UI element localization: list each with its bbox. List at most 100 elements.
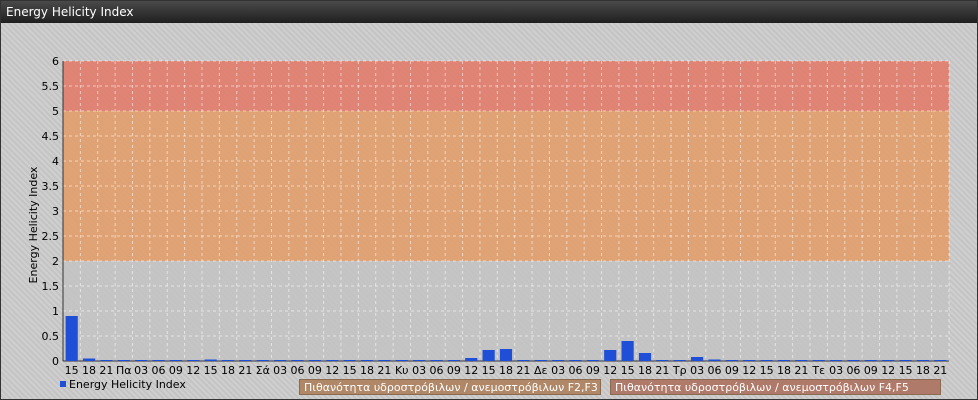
- x-tick-label: Σά: [256, 364, 270, 377]
- bar: [221, 360, 235, 361]
- x-tick-label: Τρ: [672, 364, 687, 377]
- bar: [117, 360, 130, 361]
- y-tick-label: 1.5: [42, 280, 60, 293]
- bar: [256, 360, 269, 361]
- bar: [916, 360, 930, 361]
- y-tick-label: 5.5: [42, 80, 60, 93]
- bar: [899, 360, 912, 361]
- y-tick-label: 4: [52, 155, 59, 168]
- x-tick-label: 18: [221, 364, 235, 377]
- bar: [621, 341, 634, 361]
- legend-swatch: [60, 381, 66, 387]
- x-tick-label: 18: [82, 364, 96, 377]
- bar: [934, 360, 947, 361]
- bar: [326, 360, 339, 361]
- x-tick-label: 06: [707, 364, 721, 377]
- x-tick-label: 21: [377, 364, 391, 377]
- x-tick-label: 09: [308, 364, 322, 377]
- bar: [760, 360, 773, 361]
- bar: [395, 360, 408, 361]
- bar: [534, 360, 547, 361]
- legend-zone-f4f5[interactable]: Πιθανότητα υδροστρόβιλων / ανεμοστρόβιλω…: [610, 379, 941, 395]
- x-tick-label: 21: [655, 364, 669, 377]
- bar: [204, 359, 217, 361]
- y-tick-label: 1: [52, 305, 59, 318]
- bar: [552, 360, 565, 361]
- x-tick-label: 15: [65, 364, 79, 377]
- bar: [430, 360, 443, 361]
- x-tick-label: 06: [430, 364, 444, 377]
- bar: [413, 360, 426, 361]
- bar: [378, 360, 391, 361]
- x-tick-label: 03: [690, 364, 704, 377]
- x-tick-label: 15: [621, 364, 635, 377]
- bar: [465, 358, 478, 361]
- x-tick-label: 12: [325, 364, 339, 377]
- y-tick-label: 0.5: [42, 330, 60, 343]
- bar: [604, 350, 617, 361]
- bar: [308, 360, 321, 361]
- x-tick-label: 09: [725, 364, 739, 377]
- y-tick-label: 3: [52, 205, 59, 218]
- bar: [482, 350, 495, 361]
- y-axis-label: Energy Helicity Index: [27, 166, 40, 283]
- bar: [274, 360, 287, 361]
- x-tick-label: Τε: [811, 364, 825, 377]
- x-tick-label: Κυ: [395, 364, 409, 377]
- bar: [82, 358, 96, 361]
- x-tick-label: 12: [464, 364, 478, 377]
- window-title: Energy Helicity Index: [1, 1, 977, 23]
- bar: [586, 360, 599, 361]
- x-tick-label: 18: [499, 364, 513, 377]
- bar: [135, 360, 148, 361]
- bar: [777, 360, 791, 361]
- bar: [795, 360, 808, 361]
- legend-zone-f2f3[interactable]: Πιθανότητα υδροστρόβιλων / ανεμοστρόβιλω…: [299, 379, 601, 395]
- legend-series-label[interactable]: Energy Helicity Index: [69, 378, 186, 391]
- y-tick-label: 4.5: [42, 130, 60, 143]
- x-tick-label: Δε: [534, 364, 548, 377]
- bar: [708, 359, 721, 361]
- bar: [691, 357, 704, 361]
- x-tick-label: 12: [742, 364, 756, 377]
- bar: [829, 360, 843, 361]
- x-tick-label: 09: [586, 364, 600, 377]
- bar: [360, 360, 374, 361]
- ehi-chart: 00.511.522.533.544.555.5615 18 21 Πα 03 06 09 1…: [27, 55, 950, 377]
- bar: [569, 360, 582, 361]
- x-tick-label: 18: [360, 364, 374, 377]
- x-tick-label: 18: [638, 364, 652, 377]
- bar: [499, 349, 513, 361]
- x-tick-label: 15: [899, 364, 913, 377]
- x-tick-label: 09: [169, 364, 183, 377]
- x-tick-label: 03: [273, 364, 287, 377]
- bar: [517, 360, 530, 361]
- y-tick-label: 2.5: [42, 230, 60, 243]
- x-tick-label: 15: [760, 364, 774, 377]
- x-tick-label: Πα: [116, 364, 132, 377]
- x-tick-label: 03: [134, 364, 148, 377]
- bar: [812, 360, 825, 361]
- x-tick-label: 09: [864, 364, 878, 377]
- bar: [673, 360, 686, 361]
- bar: [291, 360, 304, 361]
- bar: [882, 360, 895, 361]
- x-tick-label: 18: [916, 364, 930, 377]
- y-tick-label: 2: [52, 255, 59, 268]
- x-tick-label: 12: [881, 364, 895, 377]
- bar: [864, 360, 877, 361]
- bar: [447, 360, 460, 361]
- y-tick-label: 6: [52, 55, 59, 68]
- y-tick-label: 0: [52, 355, 59, 368]
- bar: [100, 360, 113, 361]
- x-tick-label: 06: [291, 364, 305, 377]
- x-tick-label: 21: [516, 364, 530, 377]
- x-tick-label: 06: [846, 364, 860, 377]
- x-tick-label: 15: [343, 364, 357, 377]
- bar: [169, 360, 183, 361]
- x-tick-label: 21: [794, 364, 808, 377]
- x-tick-label: 21: [933, 364, 947, 377]
- x-tick-label: 15: [204, 364, 218, 377]
- bar: [152, 360, 165, 361]
- bar: [725, 360, 738, 361]
